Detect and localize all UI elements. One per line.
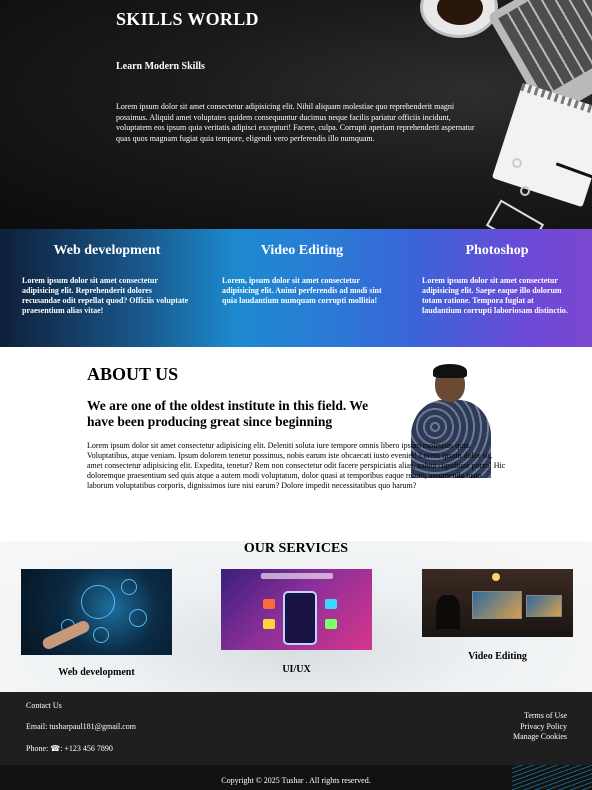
services-section: OUR SERVICES Web development UI/UX Video… [0, 541, 592, 692]
cookies-link[interactable]: Manage Cookies [513, 732, 567, 743]
skill-card: Video Editing Lorem, ipsum dolor sit ame… [222, 229, 382, 306]
skill-title: Photoshop [465, 243, 529, 258]
copyright-text: Copyright © 2025 Tushar . All rights res… [221, 776, 371, 785]
notebook-image [491, 82, 592, 208]
copyright-bar: Copyright © 2025 Tushar . All rights res… [0, 765, 592, 790]
services-heading: OUR SERVICES [243, 541, 349, 556]
skill-card: Photoshop Lorem ipsum dolor sit amet con… [422, 229, 572, 316]
web-development-image [21, 569, 172, 655]
privacy-link[interactable]: Privacy Policy [513, 722, 567, 733]
skill-text: Lorem ipsum dolor sit amet consectetur a… [22, 276, 189, 315]
about-section: ABOUT US We are one of the oldest instit… [0, 347, 592, 541]
about-subheading: We are one of the oldest institute in th… [87, 398, 369, 429]
paperclip-image [512, 158, 522, 168]
contact-email[interactable]: Email: tusharpaul181@gmail.com [26, 722, 136, 731]
frame-image [485, 199, 545, 229]
hero-subtitle: Learn Modern Skills [116, 61, 205, 72]
wave-decoration [512, 765, 592, 790]
video-editing-image [422, 569, 573, 637]
skill-card: Web development Lorem ipsum dolor sit am… [22, 229, 192, 316]
coffee-cup-image [420, 0, 498, 38]
skill-title: Video Editing [260, 243, 344, 258]
skills-band: Web development Lorem ipsum dolor sit am… [0, 229, 592, 347]
contact-phone[interactable]: Phone: ☎: +123 456 7890 [26, 744, 113, 753]
skill-title: Web development [53, 243, 161, 258]
service-caption: Web development [58, 667, 135, 678]
about-paragraph: Lorem ipsum dolor sit amet consectetur a… [87, 441, 506, 490]
footer: Contact Us Email: tusharpaul181@gmail.co… [0, 692, 592, 765]
terms-link[interactable]: Terms of Use [513, 711, 567, 722]
service-caption: UI/UX [282, 664, 311, 675]
paperclip-image [520, 186, 530, 196]
service-caption: Video Editing [468, 651, 527, 662]
site-title: SKILLS WORLD [116, 9, 259, 29]
skill-text: Lorem ipsum dolor sit amet consectetur a… [422, 276, 568, 315]
footer-links: Terms of Use Privacy Policy Manage Cooki… [513, 711, 567, 743]
service-card-web[interactable]: Web development [21, 569, 172, 678]
skill-text: Lorem, ipsum dolor sit amet consectetur … [222, 276, 382, 305]
hero-section: SKILLS WORLD Learn Modern Skills Lorem i… [0, 0, 592, 229]
contact-label: Contact Us [26, 701, 62, 710]
about-heading: ABOUT US [87, 364, 179, 384]
hero-paragraph: Lorem ipsum dolor sit amet consectetur a… [116, 102, 475, 143]
ui-ux-image [221, 569, 372, 650]
service-card-uiux[interactable]: UI/UX [221, 569, 372, 675]
service-card-video[interactable]: Video Editing [422, 569, 573, 662]
